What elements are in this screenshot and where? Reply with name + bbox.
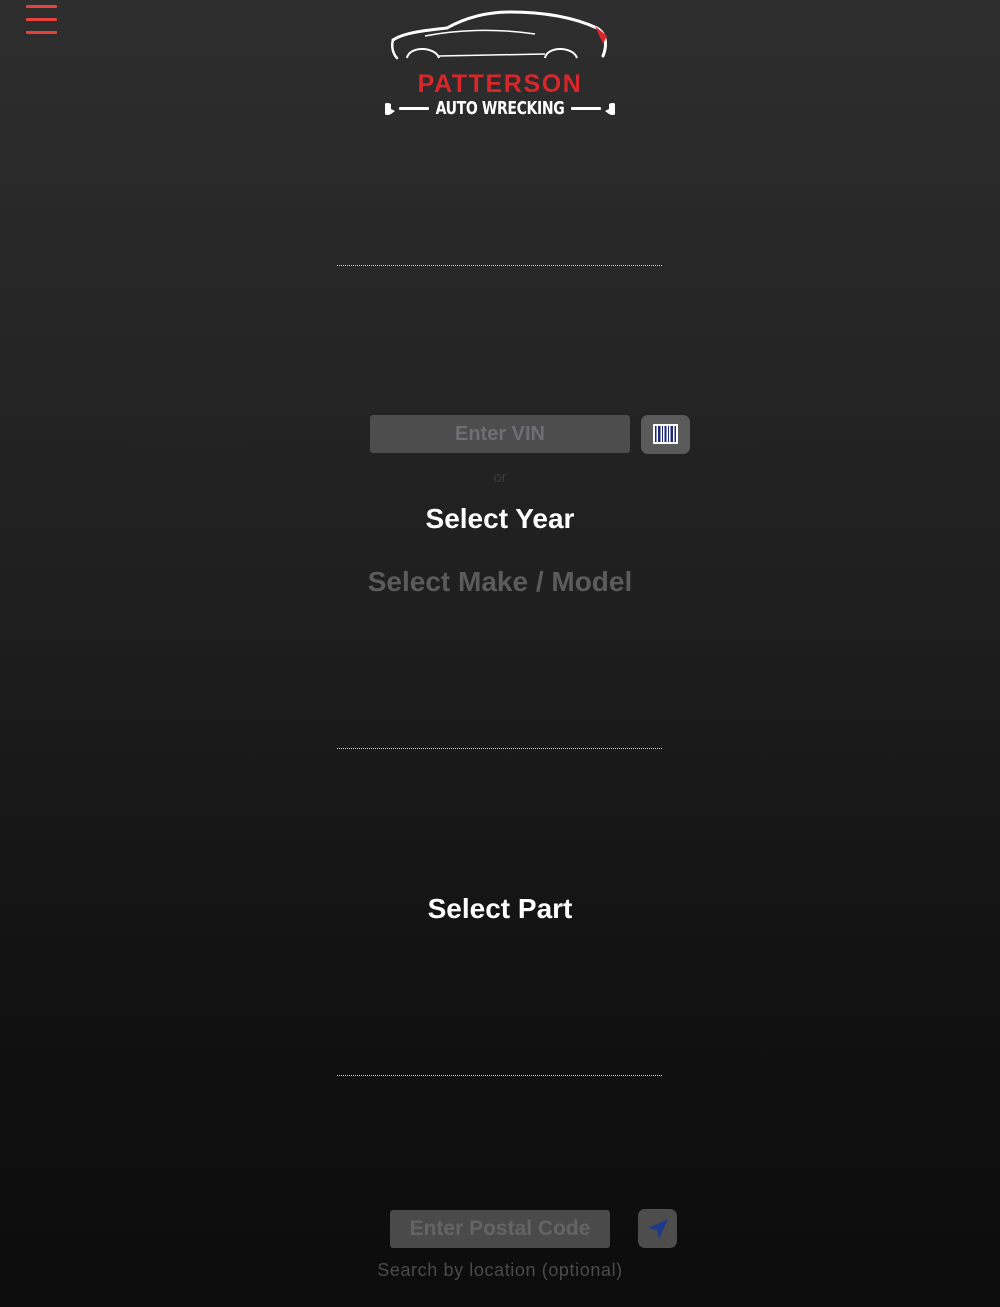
section-divider xyxy=(337,1075,662,1076)
select-year-button[interactable]: Select Year xyxy=(0,503,1000,535)
menu-bar xyxy=(26,5,57,8)
use-current-location-button[interactable] xyxy=(638,1209,677,1248)
vin-input[interactable] xyxy=(370,415,630,453)
logo-brand-name: PATTERSON xyxy=(417,70,583,98)
or-separator: or xyxy=(493,469,507,486)
menu-bar xyxy=(26,18,57,21)
menu-button[interactable] xyxy=(24,2,60,38)
logo-subtitle: AUTO WRECKING xyxy=(435,98,565,119)
location-arrow-icon xyxy=(648,1219,668,1239)
menu-bar xyxy=(26,31,57,34)
postal-code-input[interactable] xyxy=(390,1210,610,1248)
select-part-button[interactable]: Select Part xyxy=(0,893,1000,925)
barcode-scan-button[interactable] xyxy=(641,415,690,454)
section-divider xyxy=(337,748,662,749)
section-divider xyxy=(337,265,662,266)
barcode-icon xyxy=(653,424,678,444)
select-make-model-button[interactable]: Select Make / Model xyxy=(0,566,1000,598)
brand-logo: PATTERSON AUTO WRECKING xyxy=(385,6,615,124)
location-hint-text: Search by location (optional) xyxy=(377,1260,623,1280)
